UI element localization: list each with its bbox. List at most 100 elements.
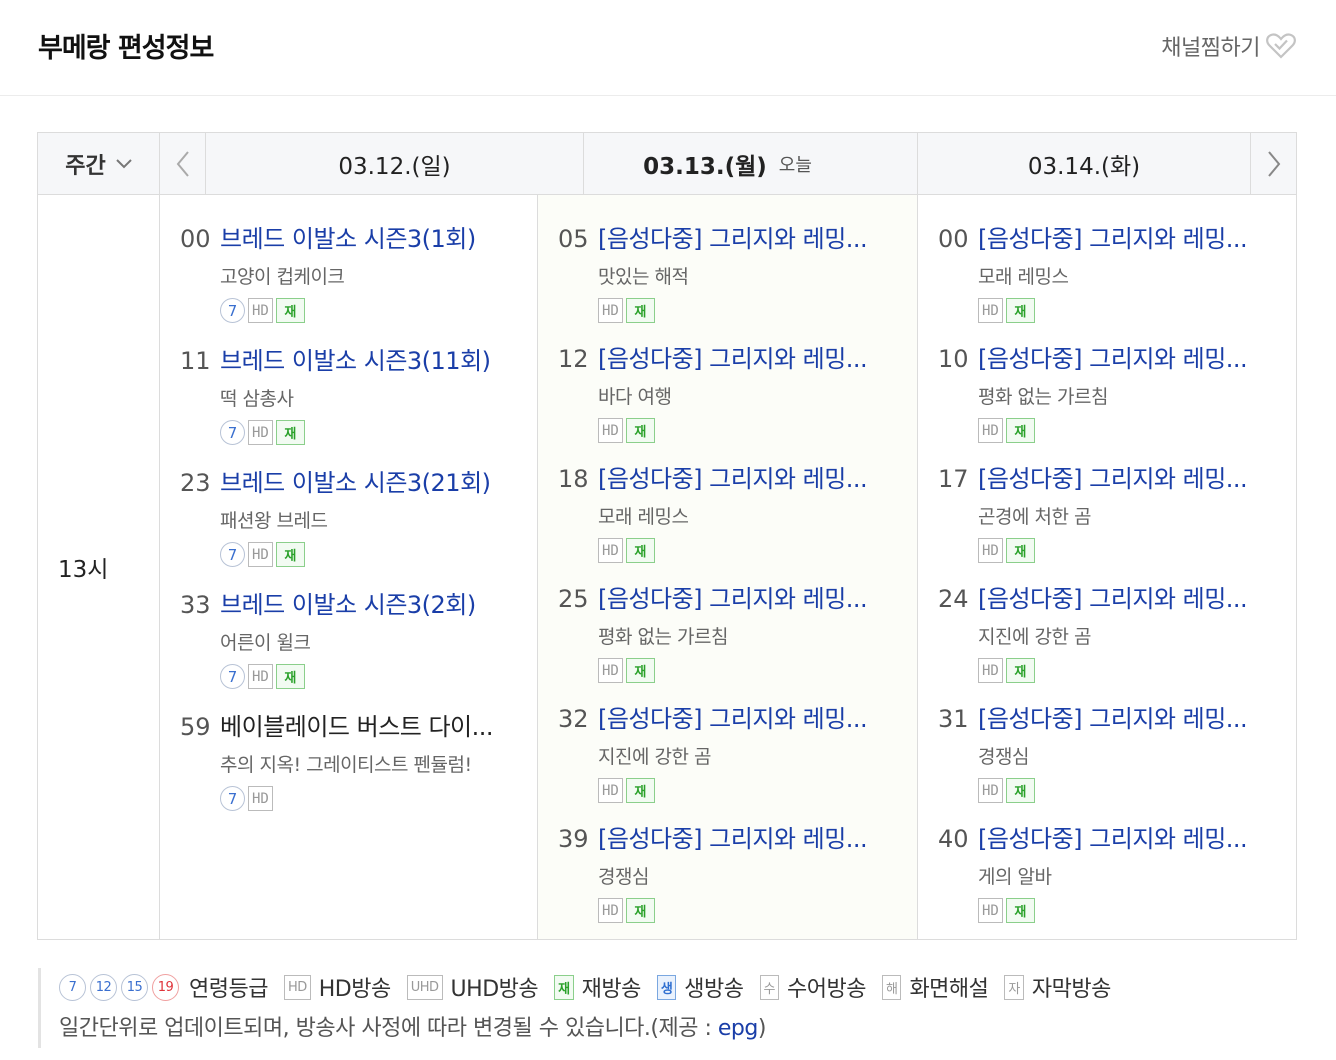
channel-favorite-button[interactable]: 채널찜하기 [1161, 30, 1296, 62]
program-item[interactable]: 10 [음성다중] 그리지와 레밍... 평화 없는 가르침 HD 재 [938, 339, 1248, 443]
day-column-1: 00 브레드 이발소 시즌3(1회) 고양이 컵케이크 7 HD 재 11 브레드 이발소 시… [160, 195, 538, 939]
hour-label: 13시 [38, 195, 160, 939]
hd-badge: HD [978, 538, 1003, 563]
info-note: 일간단위로 업데이트되며, 방송사 사정에 따라 변경될 수 있습니다.(제공 … [59, 1010, 1238, 1042]
hd-badge: HD [978, 898, 1003, 923]
program-badges: HD 재 [598, 418, 867, 443]
program-badges: HD 재 [598, 778, 867, 803]
hd-badge: HD [978, 298, 1003, 323]
program-line: 23 브레드 이발소 시즌3(21회) [180, 463, 491, 498]
program-badges: HD 재 [598, 538, 867, 563]
program-item[interactable]: 59 베이블레이드 버스트 다이... 추의 지옥! 그레이티스트 펜듈럼! 7 HD [180, 707, 494, 811]
program-title-link[interactable]: 브레드 이발소 시즌3(11회) [220, 341, 491, 376]
epg-link[interactable]: epg [718, 1016, 758, 1041]
program-item[interactable]: 31 [음성다중] 그리지와 레밍... 경쟁심 HD 재 [938, 699, 1248, 803]
legend-badge: HD [283, 974, 311, 1000]
program-title-link[interactable]: [음성다중] 그리지와 레밍... [598, 819, 868, 854]
program-title-link[interactable]: 브레드 이발소 시즌3(21회) [220, 463, 491, 498]
day-header-3[interactable]: 03.14.(화) [918, 133, 1250, 194]
program-episode-title: 바다 여행 [598, 386, 672, 408]
program-title-link[interactable]: [음성다중] 그리지와 레밍... [978, 819, 1248, 854]
program-minute: 40 [938, 825, 969, 853]
program-item[interactable]: 11 브레드 이발소 시즌3(11회) 떡 삼총사 7 HD 재 [180, 341, 491, 445]
program-item[interactable]: 18 [음성다중] 그리지와 레밍... 모래 레밍스 HD 재 [558, 459, 868, 563]
program-item[interactable]: 33 브레드 이발소 시즌3(2회) 어른이 윌크 7 HD 재 [180, 585, 476, 689]
rerun-badge: 재 [625, 898, 655, 923]
hd-badge: HD [598, 898, 623, 923]
program-line: 31 [음성다중] 그리지와 레밍... [938, 699, 1248, 734]
program-episode-title: 어른이 윌크 [220, 632, 311, 654]
rerun-badge: 재 [625, 658, 655, 683]
rerun-badge: 재 [275, 664, 305, 689]
program-title-link[interactable]: [음성다중] 그리지와 레밍... [978, 339, 1248, 374]
day-header-today[interactable]: 03.13.(월) 오늘 [538, 133, 918, 194]
next-day-button[interactable] [1250, 133, 1296, 194]
program-item[interactable]: 12 [음성다중] 그리지와 레밍... 바다 여행 HD 재 [558, 339, 868, 443]
rerun-badge: 재 [625, 418, 655, 443]
age-rating-badge: 12 [90, 973, 117, 1001]
heart-icon [1266, 33, 1296, 59]
hd-badge: HD [598, 538, 623, 563]
program-item[interactable]: 23 브레드 이발소 시즌3(21회) 패션왕 브레드 7 HD 재 [180, 463, 491, 567]
program-title-link[interactable]: [음성다중] 그리지와 레밍... [978, 579, 1248, 614]
hd-badge: HD [248, 786, 273, 811]
program-item[interactable]: 00 브레드 이발소 시즌3(1회) 고양이 컵케이크 7 HD 재 [180, 219, 476, 323]
program-title-link[interactable]: [음성다중] 그리지와 레밍... [598, 459, 868, 494]
program-title-link[interactable]: 브레드 이발소 시즌3(1회) [220, 219, 476, 254]
program-line: 24 [음성다중] 그리지와 레밍... [938, 579, 1248, 614]
legend-label: 수어방송 [787, 977, 866, 1002]
program-item[interactable]: 00 [음성다중] 그리지와 레밍... 모래 레밍스 HD 재 [938, 219, 1248, 323]
prev-day-button[interactable] [160, 133, 206, 194]
program-episode-title: 경쟁심 [978, 746, 1029, 768]
program-title-link[interactable]: [음성다중] 그리지와 레밍... [598, 579, 868, 614]
legend-label: 자막방송 [1031, 977, 1111, 1002]
program-item[interactable]: 17 [음성다중] 그리지와 레밍... 곤경에 처한 곰 HD 재 [938, 459, 1248, 563]
program-item[interactable]: 39 [음성다중] 그리지와 레밍... 경쟁심 HD 재 [558, 819, 868, 923]
program-title-link[interactable]: [음성다중] 그리지와 레밍... [598, 339, 868, 374]
hd-badge: HD [978, 658, 1003, 683]
program-badges: 7 HD 재 [220, 298, 476, 323]
program-item[interactable]: 25 [음성다중] 그리지와 레밍... 평화 없는 가르침 HD 재 [558, 579, 868, 683]
program-badges: 7 HD 재 [220, 420, 491, 445]
program-minute: 10 [938, 345, 969, 373]
legend-badge: 해 [881, 974, 902, 1000]
program-episode-title: 지진에 강한 곰 [978, 626, 1091, 648]
day-date: 03.12.(일) [338, 153, 451, 180]
program-line: 25 [음성다중] 그리지와 레밍... [558, 579, 868, 614]
program-minute: 25 [558, 585, 589, 613]
program-title-link[interactable]: [음성다중] 그리지와 레밍... [598, 699, 868, 734]
program-item[interactable]: 24 [음성다중] 그리지와 레밍... 지진에 강한 곰 HD 재 [938, 579, 1248, 683]
program-episode-title: 맛있는 해적 [598, 266, 689, 288]
program-minute: 32 [558, 705, 589, 733]
program-title-link[interactable]: [음성다중] 그리지와 레밍... [978, 219, 1248, 254]
program-title-link[interactable]: [음성다중] 그리지와 레밍... [598, 219, 868, 254]
week-label: 주간 [65, 153, 106, 179]
rerun-badge: 재 [1005, 418, 1035, 443]
program-line: 33 브레드 이발소 시즌3(2회) [180, 585, 476, 620]
program-minute: 39 [558, 825, 589, 853]
program-item[interactable]: 05 [음성다중] 그리지와 레밍... 맛있는 해적 HD 재 [558, 219, 868, 323]
day-date: 03.14.(화) [1027, 153, 1141, 180]
age-rating-badge: 19 [152, 973, 179, 1001]
program-badges: 7 HD 재 [220, 664, 476, 689]
program-title-link[interactable]: 브레드 이발소 시즌3(2회) [220, 585, 476, 620]
day-header-1[interactable]: 03.12.(일) [206, 133, 584, 194]
program-title-link[interactable]: [음성다중] 그리지와 레밍... [978, 459, 1248, 494]
program-line: 18 [음성다중] 그리지와 레밍... [558, 459, 868, 494]
program-episode-title: 고양이 컵케이크 [220, 266, 345, 288]
program-episode-title: 떡 삼총사 [220, 388, 294, 410]
channel-favorite-label: 채널찜하기 [1161, 36, 1260, 61]
program-badges: 7 HD [220, 786, 493, 811]
legend-badge: 생 [656, 974, 677, 1000]
hd-badge: HD [248, 542, 273, 567]
program-minute: 17 [938, 465, 969, 493]
day-column-today: 05 [음성다중] 그리지와 레밍... 맛있는 해적 HD 재 12 [음성다중] 그리지… [538, 195, 918, 939]
program-title-link[interactable]: [음성다중] 그리지와 레밍... [978, 699, 1248, 734]
program-badges: HD 재 [978, 538, 1247, 563]
program-badges: HD 재 [598, 898, 867, 923]
program-item[interactable]: 32 [음성다중] 그리지와 레밍... 지진에 강한 곰 HD 재 [558, 699, 868, 803]
age-rating-badge: 7 [220, 298, 245, 323]
program-title-link[interactable]: 베이블레이드 버스트 다이... [220, 707, 494, 742]
program-item[interactable]: 40 [음성다중] 그리지와 레밍... 게의 알바 HD 재 [938, 819, 1248, 923]
week-selector[interactable]: 주간 [38, 133, 160, 194]
